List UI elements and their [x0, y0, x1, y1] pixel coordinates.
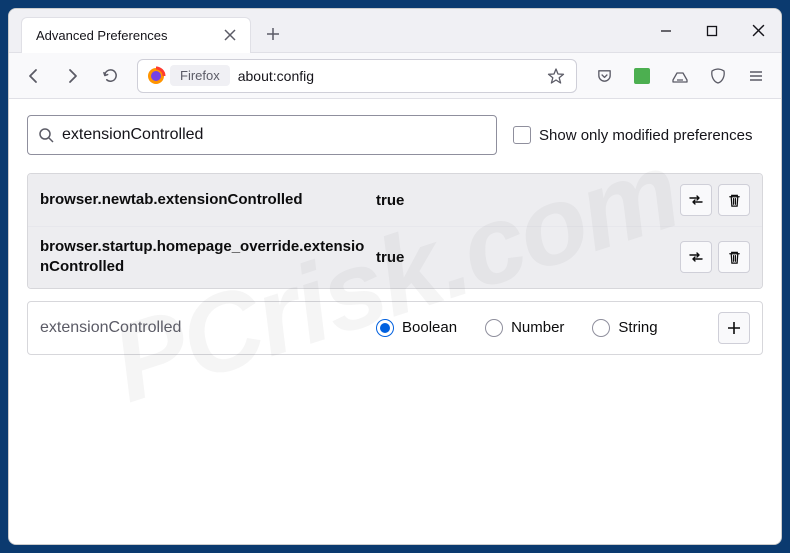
radio-number[interactable]: Number: [485, 319, 564, 337]
inbox-icon[interactable]: [663, 60, 697, 92]
back-button[interactable]: [17, 60, 51, 92]
forward-button[interactable]: [55, 60, 89, 92]
nav-toolbar: Firefox about:config: [9, 53, 781, 99]
search-box[interactable]: [27, 115, 497, 155]
about-config-content: Show only modified preferences browser.n…: [9, 99, 781, 544]
window-controls: [643, 9, 781, 53]
pref-value: true: [370, 249, 680, 266]
new-pref-row: extensionControlled Boolean Number Strin…: [27, 301, 763, 355]
prefs-table: browser.newtab.extensionControlled true …: [27, 173, 763, 289]
menu-button[interactable]: [739, 60, 773, 92]
pref-row[interactable]: browser.startup.homepage_override.extens…: [28, 227, 762, 288]
modified-only-checkbox-wrap[interactable]: Show only modified preferences: [513, 126, 752, 144]
identity-label: Firefox: [180, 68, 220, 83]
browser-window: Advanced Preferences: [8, 8, 782, 545]
add-pref-button[interactable]: [718, 312, 750, 344]
pref-actions: [680, 184, 750, 216]
titlebar: Advanced Preferences: [9, 9, 781, 53]
puzzle-icon: [634, 68, 650, 84]
firefox-logo-icon: [142, 62, 170, 90]
extensions-icon[interactable]: [625, 60, 659, 92]
pref-name: browser.startup.homepage_override.extens…: [40, 237, 370, 278]
type-radio-group: Boolean Number String: [370, 319, 718, 337]
search-icon: [38, 127, 54, 143]
delete-button[interactable]: [718, 184, 750, 216]
minimize-button[interactable]: [643, 9, 689, 53]
close-tab-icon[interactable]: [220, 25, 240, 45]
radio-string[interactable]: String: [592, 319, 657, 337]
pocket-icon[interactable]: [587, 60, 621, 92]
new-tab-button[interactable]: [257, 18, 289, 50]
radio-label-number: Number: [511, 319, 564, 336]
new-pref-name: extensionControlled: [40, 317, 370, 339]
radio-label-string: String: [618, 319, 657, 336]
tab-active[interactable]: Advanced Preferences: [21, 17, 251, 53]
identity-box[interactable]: Firefox: [170, 65, 230, 86]
url-text: about:config: [238, 68, 542, 84]
shield-icon[interactable]: [701, 60, 735, 92]
close-window-button[interactable]: [735, 9, 781, 53]
radio-input-number[interactable]: [485, 319, 503, 337]
radio-label-boolean: Boolean: [402, 319, 457, 336]
reload-button[interactable]: [93, 60, 127, 92]
pref-value: true: [370, 192, 680, 209]
tab-title: Advanced Preferences: [36, 28, 220, 43]
maximize-button[interactable]: [689, 9, 735, 53]
search-input[interactable]: [62, 126, 486, 144]
modified-only-checkbox[interactable]: [513, 126, 531, 144]
pref-actions: [680, 241, 750, 273]
bookmark-star-icon[interactable]: [542, 62, 570, 90]
toggle-button[interactable]: [680, 241, 712, 273]
toggle-button[interactable]: [680, 184, 712, 216]
pref-name: browser.newtab.extensionControlled: [40, 190, 370, 210]
modified-only-label: Show only modified preferences: [539, 127, 752, 144]
pref-row[interactable]: browser.newtab.extensionControlled true: [28, 174, 762, 227]
delete-button[interactable]: [718, 241, 750, 273]
url-bar[interactable]: Firefox about:config: [137, 59, 577, 93]
search-row: Show only modified preferences: [27, 115, 763, 155]
radio-boolean[interactable]: Boolean: [376, 319, 457, 337]
radio-input-string[interactable]: [592, 319, 610, 337]
radio-input-boolean[interactable]: [376, 319, 394, 337]
